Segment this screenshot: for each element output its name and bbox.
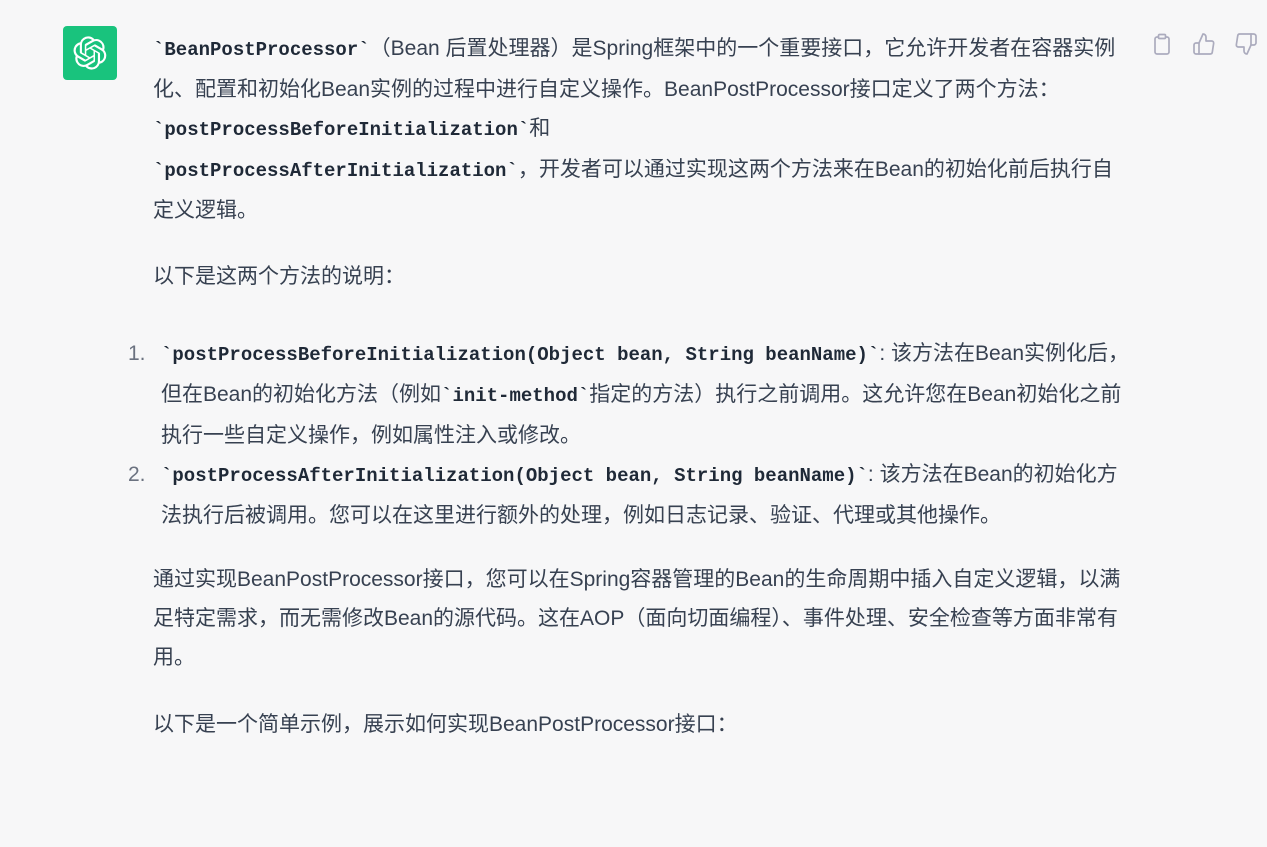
clipboard-icon — [1154, 33, 1170, 55]
inline-code: `init-method` — [441, 385, 590, 407]
inline-code: `postProcessBeforeInitialization(Object … — [161, 344, 880, 366]
methods-intro-paragraph: 以下是这两个方法的说明： — [153, 265, 405, 288]
methods-list: 1. `postProcessBeforeInitialization(Objec… — [128, 334, 1136, 535]
list-item: 1. `postProcessBeforeInitialization(Objec… — [128, 334, 1136, 455]
inline-code: `postProcessAfterInitialization(Object b… — [161, 465, 868, 487]
assistant-avatar — [63, 26, 117, 80]
list-item: 2. `postProcessAfterInitialization(Object… — [128, 455, 1136, 535]
inline-code: `BeanPostProcessor` — [153, 39, 370, 61]
openai-logo-icon — [73, 36, 107, 70]
thumbs-up-icon — [1193, 33, 1215, 55]
inline-code: `postProcessAfterInitialization` — [153, 160, 518, 182]
text-span: 和 — [529, 117, 551, 140]
assistant-message: `BeanPostProcessor`（Bean 后置处理器）是Spring框架… — [128, 29, 1136, 744]
list-number: 2. — [128, 463, 146, 486]
message-actions — [1148, 30, 1260, 58]
inline-code: `postProcessBeforeInitialization` — [153, 119, 530, 141]
summary-paragraph: 通过实现BeanPostProcessor接口，您可以在Spring容器管理的B… — [153, 568, 1121, 669]
example-intro-paragraph: 以下是一个简单示例，展示如何实现BeanPostProcessor接口： — [153, 713, 738, 736]
intro-paragraph: `BeanPostProcessor`（Bean 后置处理器）是Spring框架… — [153, 29, 1128, 230]
thumbs-down-button[interactable] — [1232, 30, 1260, 58]
list-number: 1. — [128, 342, 146, 365]
thumbs-down-icon — [1235, 33, 1257, 55]
thumbs-up-button[interactable] — [1190, 30, 1218, 58]
copy-button[interactable] — [1148, 30, 1176, 58]
